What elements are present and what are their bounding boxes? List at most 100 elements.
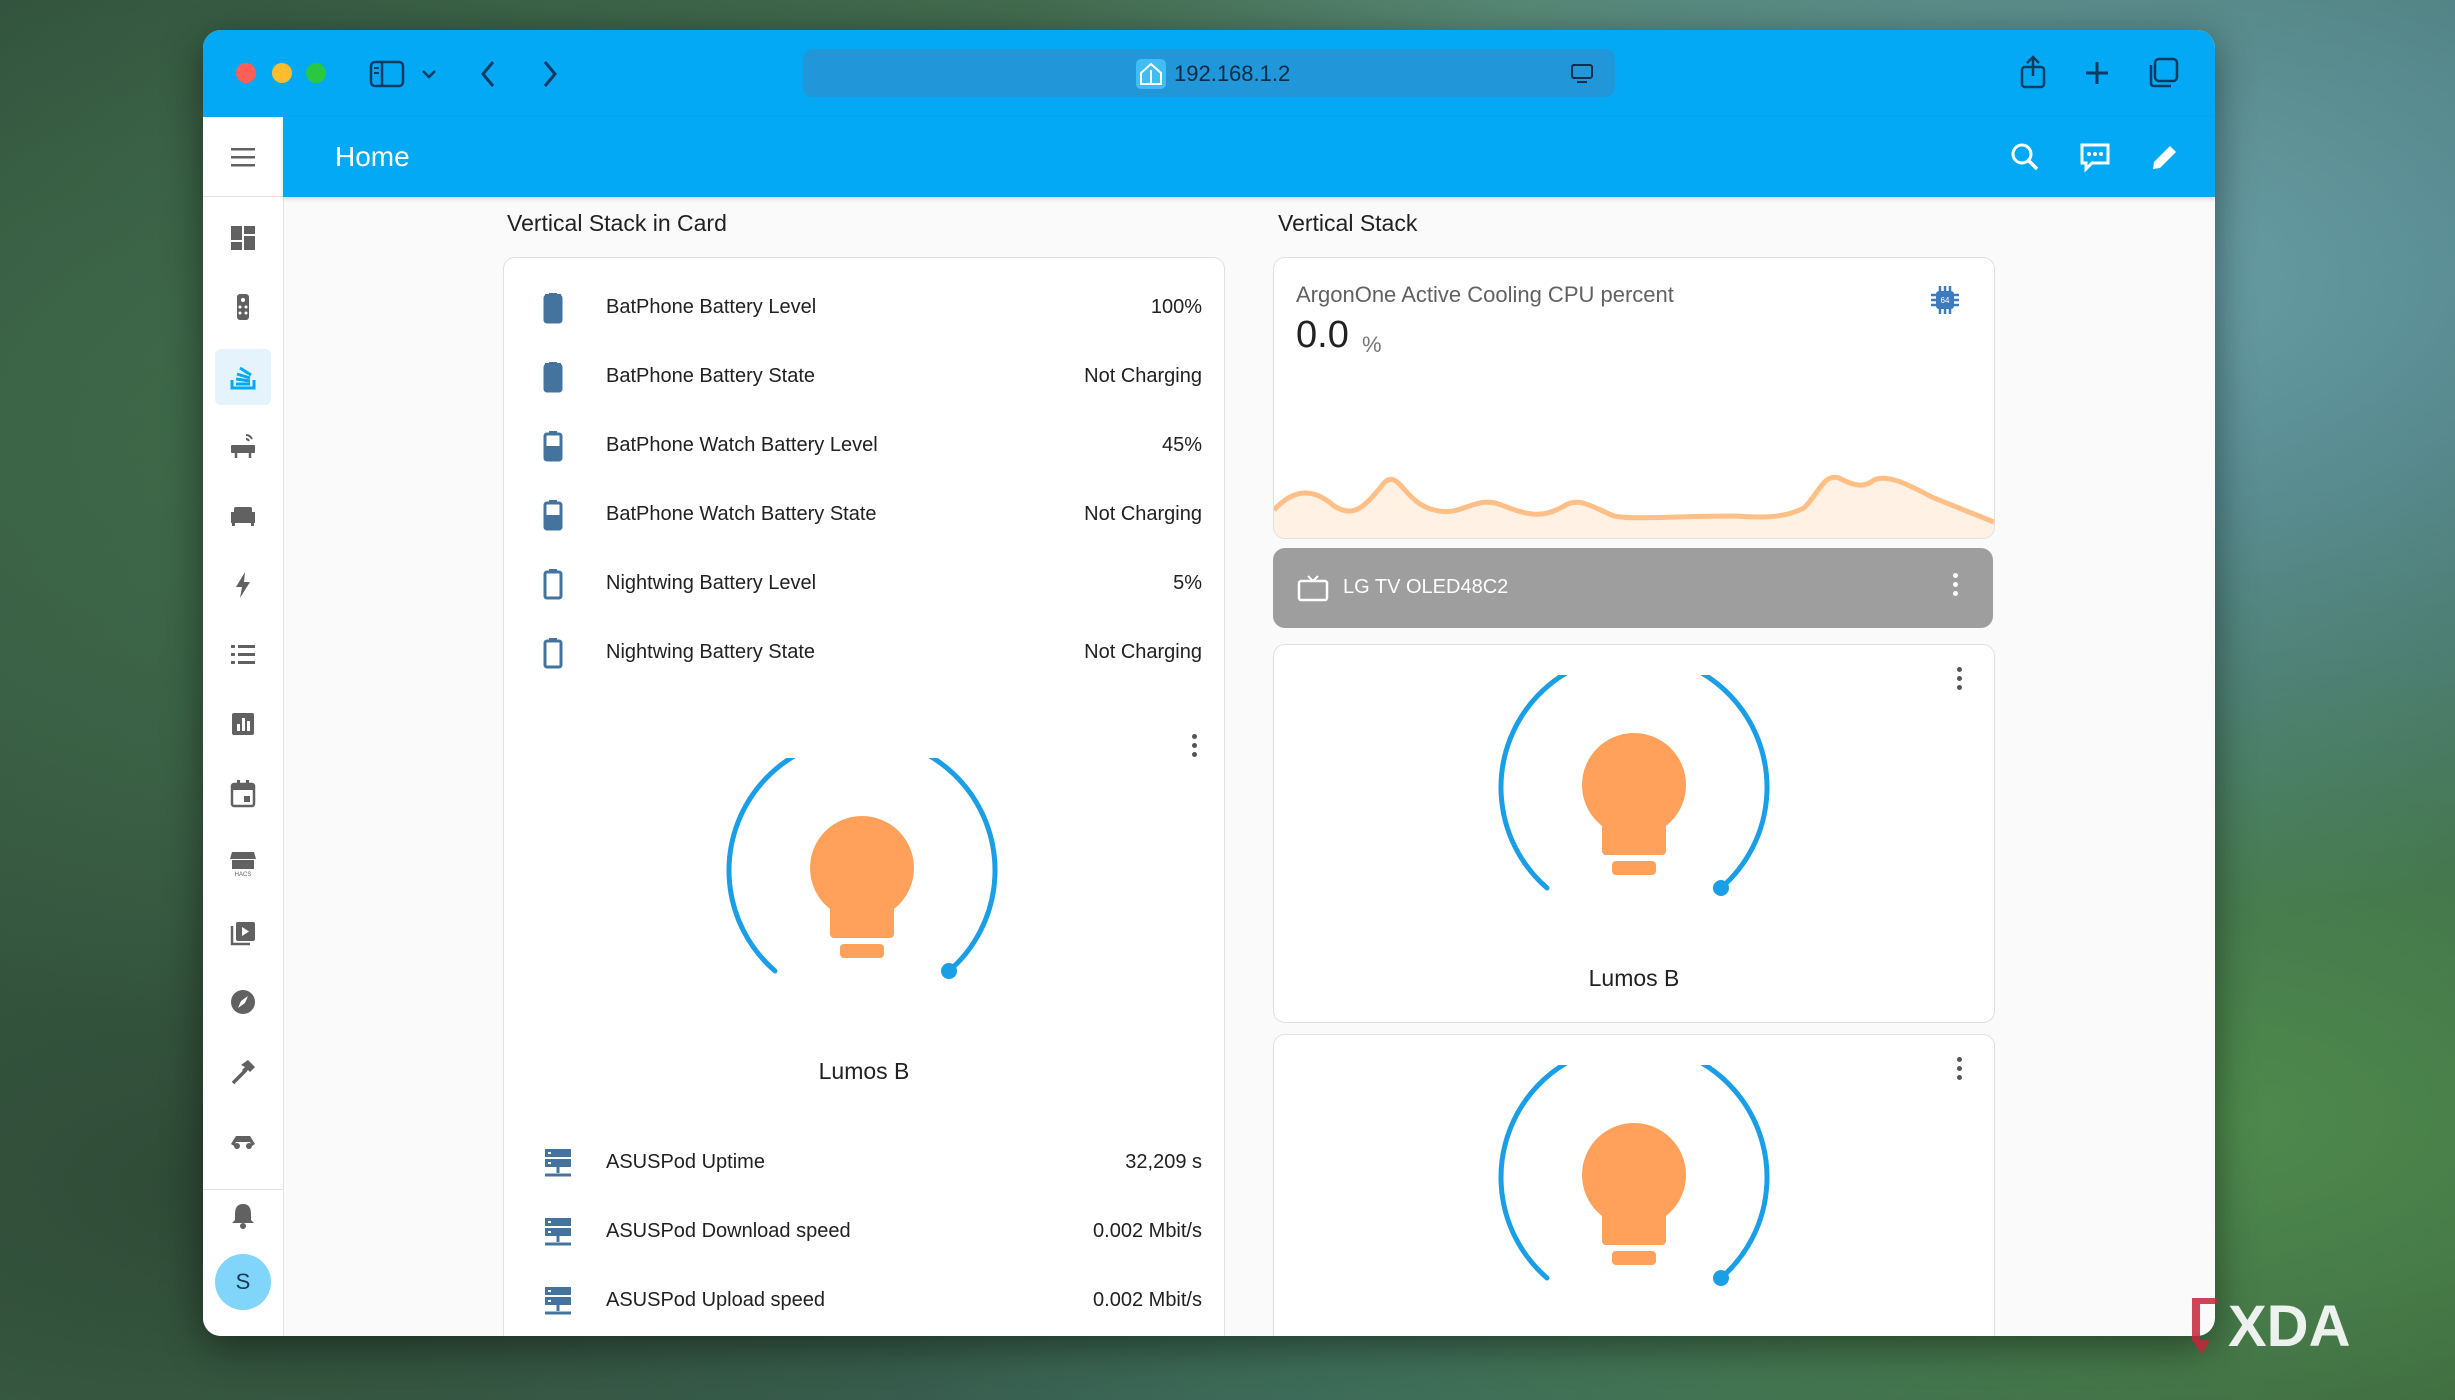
- dashboard-icon: [231, 226, 255, 250]
- sidebar-item-history[interactable]: [215, 696, 271, 752]
- entity-value: Not Charging: [1084, 641, 1202, 663]
- entity-name: Nightwing Battery Level: [606, 572, 817, 594]
- media-player-card[interactable]: LG TV OLED48C2: [1273, 548, 1993, 628]
- lightbulb-icon[interactable]: [810, 816, 914, 958]
- sidebar-item-map[interactable]: [215, 974, 271, 1030]
- home-assistant-favicon-icon: [1136, 59, 1166, 89]
- battery-icon: [543, 500, 563, 531]
- sensor-card[interactable]: ArgonOne Active Cooling CPU percent 0.0 …: [1273, 257, 1995, 539]
- server-network-icon: [545, 1218, 571, 1246]
- entity-name: BatPhone Watch Battery Level: [606, 434, 878, 456]
- light-dial[interactable]: [722, 758, 1002, 1008]
- share-icon[interactable]: [2018, 54, 2048, 90]
- calendar-icon: [230, 780, 256, 808]
- brightness-handle[interactable]: [941, 963, 957, 979]
- battery-icon: [543, 638, 563, 669]
- sidebar: HACS S: [203, 117, 284, 1336]
- battery-icon-wrap: [542, 361, 564, 398]
- brightness-handle[interactable]: [1713, 880, 1729, 896]
- tv-icon: [1297, 575, 1329, 602]
- light-dial[interactable]: [1494, 1065, 1774, 1315]
- entity-row[interactable]: ASUSPod Uptime 32,209 s: [504, 1133, 1224, 1193]
- server-network-icon: [545, 1149, 571, 1177]
- hammer-icon: [231, 1060, 255, 1085]
- light-card: [1273, 1034, 1995, 1336]
- more-options-button[interactable]: [1957, 667, 1963, 694]
- light-name: Lumos B: [1588, 965, 1680, 991]
- battery-icon-wrap: [542, 292, 564, 329]
- right-column-title: Vertical Stack: [1278, 210, 1418, 236]
- entity-value: 5%: [1173, 572, 1202, 594]
- entity-name: Nightwing Battery State: [606, 641, 815, 663]
- svg-text:XDA: XDA: [2228, 1294, 2350, 1359]
- close-window-button[interactable]: [236, 63, 256, 83]
- forward-icon[interactable]: [540, 58, 560, 90]
- sensor-name: ArgonOne Active Cooling CPU percent: [1296, 282, 1674, 307]
- server-icon-wrap: [542, 1147, 574, 1184]
- tab-overview-icon[interactable]: [2146, 56, 2180, 90]
- sidebar-item-developer-tools[interactable]: [215, 1044, 271, 1100]
- chip-icon: 64: [1931, 286, 1959, 314]
- entity-value: Not Charging: [1084, 365, 1202, 387]
- sidebar-item-rooms[interactable]: [215, 488, 271, 544]
- battery-icon-wrap: [542, 568, 564, 605]
- entity-name: BatPhone Battery Level: [606, 296, 817, 318]
- router-icon: [231, 434, 255, 458]
- left-column-title: Vertical Stack in Card: [507, 210, 727, 236]
- entity-value: 45%: [1161, 434, 1202, 456]
- menu-button[interactable]: [215, 129, 271, 185]
- brightness-handle[interactable]: [1713, 1270, 1729, 1286]
- chevron-down-icon[interactable]: [421, 68, 437, 80]
- light-card: Lumos B: [1273, 644, 1995, 1023]
- sidebar-item-overview[interactable]: [215, 210, 271, 266]
- battery-icon-wrap: [542, 637, 564, 674]
- more-options-button[interactable]: [1953, 573, 1959, 600]
- lightbulb-icon[interactable]: [1582, 733, 1686, 875]
- sidebar-item-remote[interactable]: [215, 279, 271, 335]
- light-name: Lumos B: [818, 1058, 910, 1084]
- sidebar-item-energy[interactable]: [215, 557, 271, 613]
- entity-value: 0.002 Mbit/s: [1093, 1220, 1202, 1242]
- sidebar-item-notifications[interactable]: [215, 1187, 271, 1243]
- xda-logo: XDA: [2192, 1294, 2350, 1359]
- assist-icon[interactable]: [2078, 141, 2112, 173]
- more-options-button[interactable]: [1957, 1057, 1963, 1084]
- battery-icon-wrap: [542, 430, 564, 467]
- hacs-icon: HACS: [230, 852, 256, 878]
- reader-icon[interactable]: [1570, 63, 1594, 85]
- entity-row[interactable]: Nightwing Battery Level 5%: [504, 554, 1224, 614]
- user-avatar[interactable]: S: [215, 1254, 271, 1310]
- sidebar-item-calendar[interactable]: [215, 766, 271, 822]
- media-player-name: LG TV OLED48C2: [1343, 576, 1509, 598]
- edit-icon[interactable]: [2149, 141, 2181, 173]
- back-icon[interactable]: [478, 58, 498, 90]
- server-network-icon: [545, 1287, 571, 1315]
- minimize-window-button[interactable]: [272, 63, 292, 83]
- entity-row[interactable]: ASUSPod Download speed 0.002 Mbit/s: [504, 1202, 1224, 1262]
- sidebar-item-media[interactable]: [215, 905, 271, 961]
- sidebar-item-automations[interactable]: [215, 1113, 271, 1169]
- entity-row[interactable]: BatPhone Battery Level 100%: [504, 278, 1224, 338]
- search-icon[interactable]: [2009, 141, 2041, 173]
- sidebar-item-stack[interactable]: [215, 349, 271, 405]
- maximize-window-button[interactable]: [306, 63, 326, 83]
- sidebar-item-logbook[interactable]: [215, 627, 271, 683]
- page-title: Home: [335, 141, 410, 172]
- entity-name: BatPhone Watch Battery State: [606, 503, 877, 525]
- sensor-unit: %: [1362, 332, 1382, 357]
- entity-value: 100%: [1150, 296, 1202, 318]
- entity-row[interactable]: ASUSPod Upload speed 0.002 Mbit/s: [504, 1271, 1224, 1331]
- lightbulb-icon[interactable]: [1582, 1123, 1686, 1265]
- more-options-button[interactable]: [1192, 734, 1198, 761]
- sidebar-item-hacs[interactable]: HACS: [215, 835, 271, 891]
- entity-row[interactable]: BatPhone Watch Battery State Not Charging: [504, 485, 1224, 545]
- battery-icon: [543, 569, 563, 600]
- address-bar[interactable]: 192.168.1.2: [803, 49, 1615, 97]
- entity-row[interactable]: BatPhone Watch Battery Level 45%: [504, 416, 1224, 476]
- entity-row[interactable]: Nightwing Battery State Not Charging: [504, 623, 1224, 683]
- light-dial[interactable]: [1494, 675, 1774, 925]
- sidebar-item-network[interactable]: [215, 418, 271, 474]
- entity-row[interactable]: BatPhone Battery State Not Charging: [504, 347, 1224, 407]
- new-tab-icon[interactable]: [2083, 59, 2111, 87]
- sidebar-toggle-icon[interactable]: [369, 60, 405, 88]
